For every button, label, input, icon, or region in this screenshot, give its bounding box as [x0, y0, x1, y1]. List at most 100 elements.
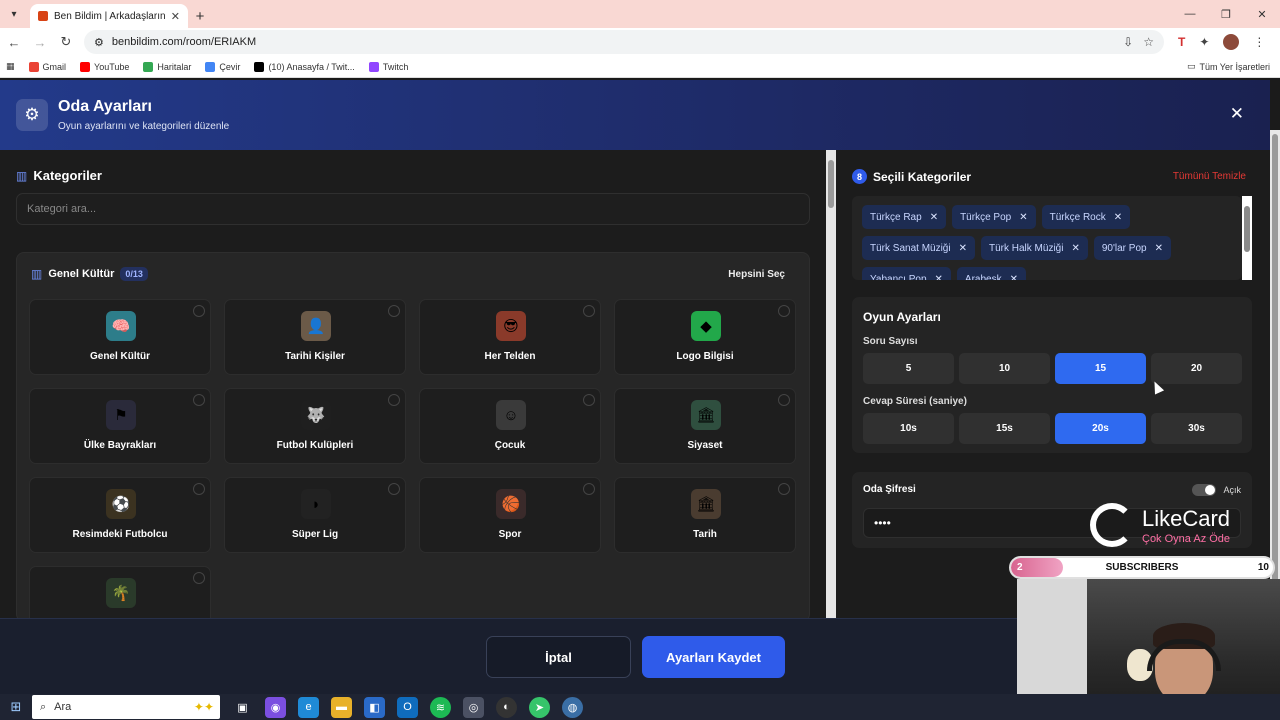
select-all-button[interactable]: Hepsini Seç	[728, 269, 785, 280]
category-card[interactable]: ⚽ Resimdeki Futbolcu	[29, 477, 211, 553]
bookmark-translate[interactable]: Çevir	[205, 61, 240, 72]
answer-time-option[interactable]: 20s	[1055, 413, 1146, 444]
profile-avatar[interactable]	[1223, 34, 1240, 50]
chips-scrollbar-thumb[interactable]	[1244, 206, 1250, 252]
category-card[interactable]: 🐺 Futbol Kulüpleri	[224, 388, 406, 464]
chip-remove-icon[interactable]: ✕	[1019, 212, 1027, 223]
chip-remove-icon[interactable]: ✕	[1071, 243, 1079, 254]
cancel-button[interactable]: İptal	[486, 636, 631, 678]
chip-remove-icon[interactable]: ✕	[930, 212, 938, 223]
category-checkbox[interactable]	[193, 483, 205, 495]
category-checkbox[interactable]	[193, 394, 205, 406]
bookmark-twitch[interactable]: Twitch	[368, 61, 408, 72]
question-count-option[interactable]: 5	[863, 353, 954, 384]
all-bookmarks[interactable]: ▭ Tüm Yer İşaretleri	[1187, 61, 1270, 72]
chip-remove-icon[interactable]: ✕	[935, 274, 943, 281]
bookmark-star-icon[interactable]: ☆	[1143, 35, 1154, 49]
question-count-option[interactable]: 10	[959, 353, 1050, 384]
bookmark-youtube[interactable]: YouTube	[80, 61, 129, 72]
category-card[interactable]: 🏛 Tarih	[614, 477, 796, 553]
window-close-icon[interactable]: ✕	[1244, 0, 1280, 28]
apps-grid-icon[interactable]: ▦	[6, 61, 15, 72]
tab-close-icon[interactable]: ✕	[171, 10, 180, 23]
category-card[interactable]: 🌴	[29, 566, 211, 621]
windows-start-icon[interactable]: ⊞	[0, 694, 32, 720]
back-icon[interactable]: ←	[2, 30, 26, 54]
selected-chip[interactable]: Yabancı Pop ✕	[862, 267, 951, 280]
close-icon[interactable]: ✕	[1230, 104, 1244, 124]
category-checkbox[interactable]	[193, 305, 205, 317]
categories-scrollbar[interactable]	[826, 150, 836, 618]
chip-remove-icon[interactable]: ✕	[959, 243, 967, 254]
category-card[interactable]: ◆ Logo Bilgisi	[614, 299, 796, 375]
categories-scrollbar-thumb[interactable]	[828, 160, 834, 208]
category-card[interactable]: 🧠 Genel Kültür	[29, 299, 211, 375]
app-icon[interactable]: ➤	[529, 696, 550, 718]
chip-remove-icon[interactable]: ✕	[1155, 243, 1163, 254]
app-icon-2[interactable]: ◍	[562, 696, 583, 718]
site-info-icon[interactable]: ⚙	[94, 36, 104, 49]
extensions-puzzle-icon[interactable]: ✦	[1199, 35, 1209, 49]
restore-icon[interactable]: ❐	[1208, 0, 1244, 28]
answer-time-option[interactable]: 10s	[863, 413, 954, 444]
page-scrollbar-thumb[interactable]	[1272, 134, 1278, 654]
category-checkbox[interactable]	[583, 394, 595, 406]
obs-icon[interactable]: ◐	[496, 696, 517, 718]
category-checkbox[interactable]	[778, 305, 790, 317]
copilot-icon[interactable]: ◉	[265, 696, 286, 718]
category-checkbox[interactable]	[388, 483, 400, 495]
bookmark-gmail[interactable]: Gmail	[28, 61, 66, 72]
outlook-icon[interactable]: O	[397, 696, 418, 718]
browser-menu-icon[interactable]: ⋮	[1253, 35, 1265, 49]
category-card[interactable]: ◗ Süper Lig	[224, 477, 406, 553]
forward-icon[interactable]: →	[28, 30, 52, 54]
category-checkbox[interactable]	[778, 394, 790, 406]
taskbar-search[interactable]: ⌕ Ara ✦✦	[32, 695, 220, 719]
selected-chip[interactable]: 90'lar Pop ✕	[1093, 236, 1171, 260]
selected-chip[interactable]: Türk Sanat Müziği ✕	[862, 236, 975, 260]
bookmark-maps[interactable]: Haritalar	[143, 61, 191, 72]
category-search-input[interactable]: Kategori ara...	[16, 193, 810, 225]
save-settings-button[interactable]: Ayarları Kaydet	[642, 636, 785, 678]
browser-tab[interactable]: Ben Bildim | Arkadaşlarınla Onl ✕	[30, 4, 188, 28]
question-count-option[interactable]: 20	[1151, 353, 1242, 384]
file-explorer-icon[interactable]: ▬	[331, 696, 352, 718]
category-checkbox[interactable]	[193, 572, 205, 584]
reload-icon[interactable]: ↻	[54, 30, 78, 54]
install-app-icon[interactable]: ⇩	[1123, 35, 1133, 49]
question-count-option[interactable]: 15	[1055, 353, 1146, 384]
address-bar[interactable]: ⚙ benbildim.com/room/ERIAKM ⇩ ☆	[84, 30, 1164, 54]
store-icon[interactable]: ◧	[364, 696, 385, 718]
new-tab-button[interactable]: +	[188, 4, 212, 28]
category-card[interactable]: 😎 Her Telden	[419, 299, 601, 375]
answer-time-option[interactable]: 15s	[959, 413, 1050, 444]
category-card[interactable]: ☺ Çocuk	[419, 388, 601, 464]
edge-icon[interactable]: e	[298, 696, 319, 718]
selected-chip[interactable]: Türkçe Rock ✕	[1041, 205, 1131, 229]
category-checkbox[interactable]	[388, 394, 400, 406]
chrome-icon[interactable]: ◎	[463, 696, 484, 718]
task-view-icon[interactable]: ▣	[232, 697, 253, 718]
selected-chip[interactable]: Türkçe Pop ✕	[952, 205, 1036, 229]
extension-icon[interactable]: T	[1178, 35, 1185, 49]
category-checkbox[interactable]	[583, 305, 595, 317]
category-checkbox[interactable]	[388, 305, 400, 317]
category-checkbox[interactable]	[583, 483, 595, 495]
password-toggle[interactable]	[1192, 484, 1216, 496]
tab-search-icon[interactable]: ▾	[0, 0, 28, 28]
answer-time-option[interactable]: 30s	[1151, 413, 1242, 444]
minimize-icon[interactable]: —	[1172, 0, 1208, 28]
category-card[interactable]: 🏀 Spor	[419, 477, 601, 553]
selected-chip[interactable]: Türkçe Rap ✕	[862, 205, 947, 229]
spotify-icon[interactable]: ≋	[430, 696, 451, 718]
category-checkbox[interactable]	[778, 483, 790, 495]
chip-remove-icon[interactable]: ✕	[1114, 212, 1122, 223]
selected-chip[interactable]: Arabesk ✕	[956, 267, 1026, 281]
clear-all-button[interactable]: Tümünü Temizle	[1173, 171, 1246, 182]
chips-scrollbar[interactable]	[1242, 196, 1252, 280]
category-card[interactable]: ⚑ Ülke Bayrakları	[29, 388, 211, 464]
selected-chip[interactable]: Türk Halk Müziği ✕	[980, 236, 1088, 260]
category-card[interactable]: 🏛 Siyaset	[614, 388, 796, 464]
chip-remove-icon[interactable]: ✕	[1010, 274, 1018, 281]
category-card[interactable]: 👤 Tarihi Kişiler	[224, 299, 406, 375]
